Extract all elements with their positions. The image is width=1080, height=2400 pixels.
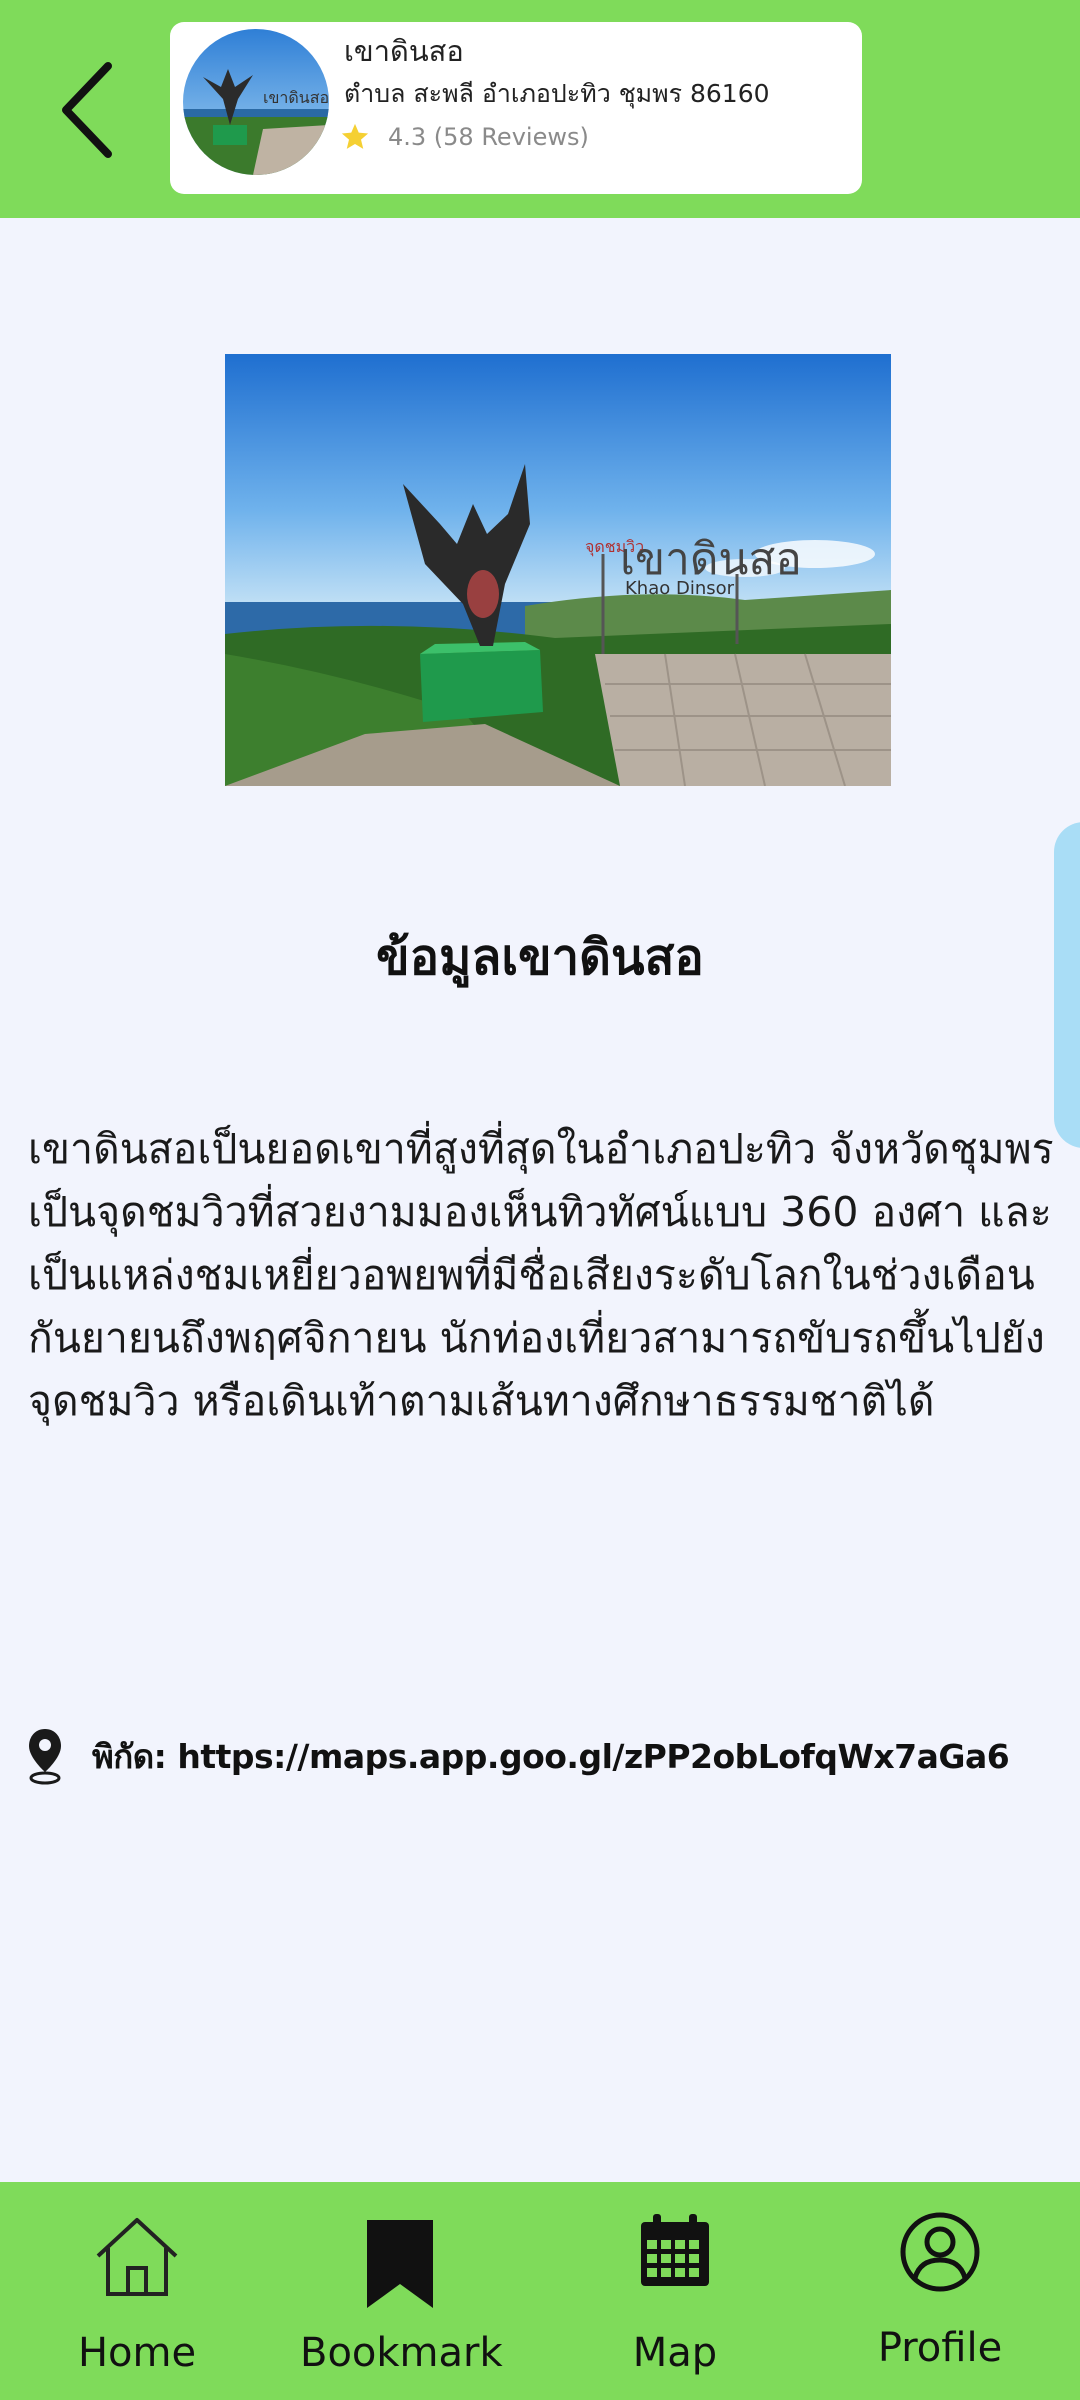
nav-map-label: Map: [632, 2330, 718, 2376]
top-app-bar: เขาดินสอ เขาดินสอ ตำบล สะพลี อำเภอปะทิว …: [0, 0, 1080, 218]
nav-profile[interactable]: Profile: [840, 2182, 1040, 2400]
nav-bookmark[interactable]: Bookmark: [300, 2182, 503, 2400]
sign-english-text: Khao Dinsor: [625, 578, 735, 599]
nav-home[interactable]: Home: [37, 2182, 237, 2400]
calendar-icon: [641, 2214, 709, 2286]
thumbnail-sign-text: เขาดินสอ: [263, 88, 329, 107]
section-title: ข้อมูลเขาดินสอ: [376, 929, 704, 986]
back-button[interactable]: [48, 50, 128, 170]
location-row[interactable]: พิกัด: https://maps.app.goo.gl/zPP2obLof…: [26, 1726, 1010, 1786]
place-thumbnail: เขาดินสอ: [183, 29, 329, 175]
place-description: เขาดินสอเป็นยอดเขาที่สูงที่สุดในอำเภอปะท…: [28, 1125, 1054, 1425]
user-icon: [900, 2212, 980, 2292]
nav-profile-label: Profile: [877, 2325, 1003, 2371]
home-icon: [96, 2218, 178, 2296]
place-name: เขาดินสอ: [344, 34, 464, 68]
nav-home-label: Home: [77, 2330, 197, 2376]
star-icon: [341, 123, 369, 149]
rating-row: 4.3 (58 Reviews): [340, 122, 589, 152]
bookmark-icon: [367, 2220, 433, 2308]
place-photo: จุดชมวิว เขาดินสอ Khao Dinsor: [225, 354, 891, 786]
nav-map[interactable]: Map: [575, 2182, 775, 2400]
map-pin-icon: [29, 1729, 61, 1785]
place-address: ตำบล สะพลี อำเภอปะทิว ชุมพร 86160: [344, 79, 770, 108]
place-summary-card[interactable]: เขาดินสอ เขาดินสอ ตำบล สะพลี อำเภอปะทิว …: [170, 22, 862, 194]
rating-text: 4.3 (58 Reviews): [388, 123, 589, 151]
nav-bookmark-label: Bookmark: [300, 2330, 503, 2376]
chevron-left-icon: [62, 62, 112, 158]
bottom-navigation: Home Bookmark Map Profile: [0, 2182, 1080, 2400]
location-link[interactable]: พิกัด: https://maps.app.goo.gl/zPP2obLof…: [92, 1730, 1010, 1783]
